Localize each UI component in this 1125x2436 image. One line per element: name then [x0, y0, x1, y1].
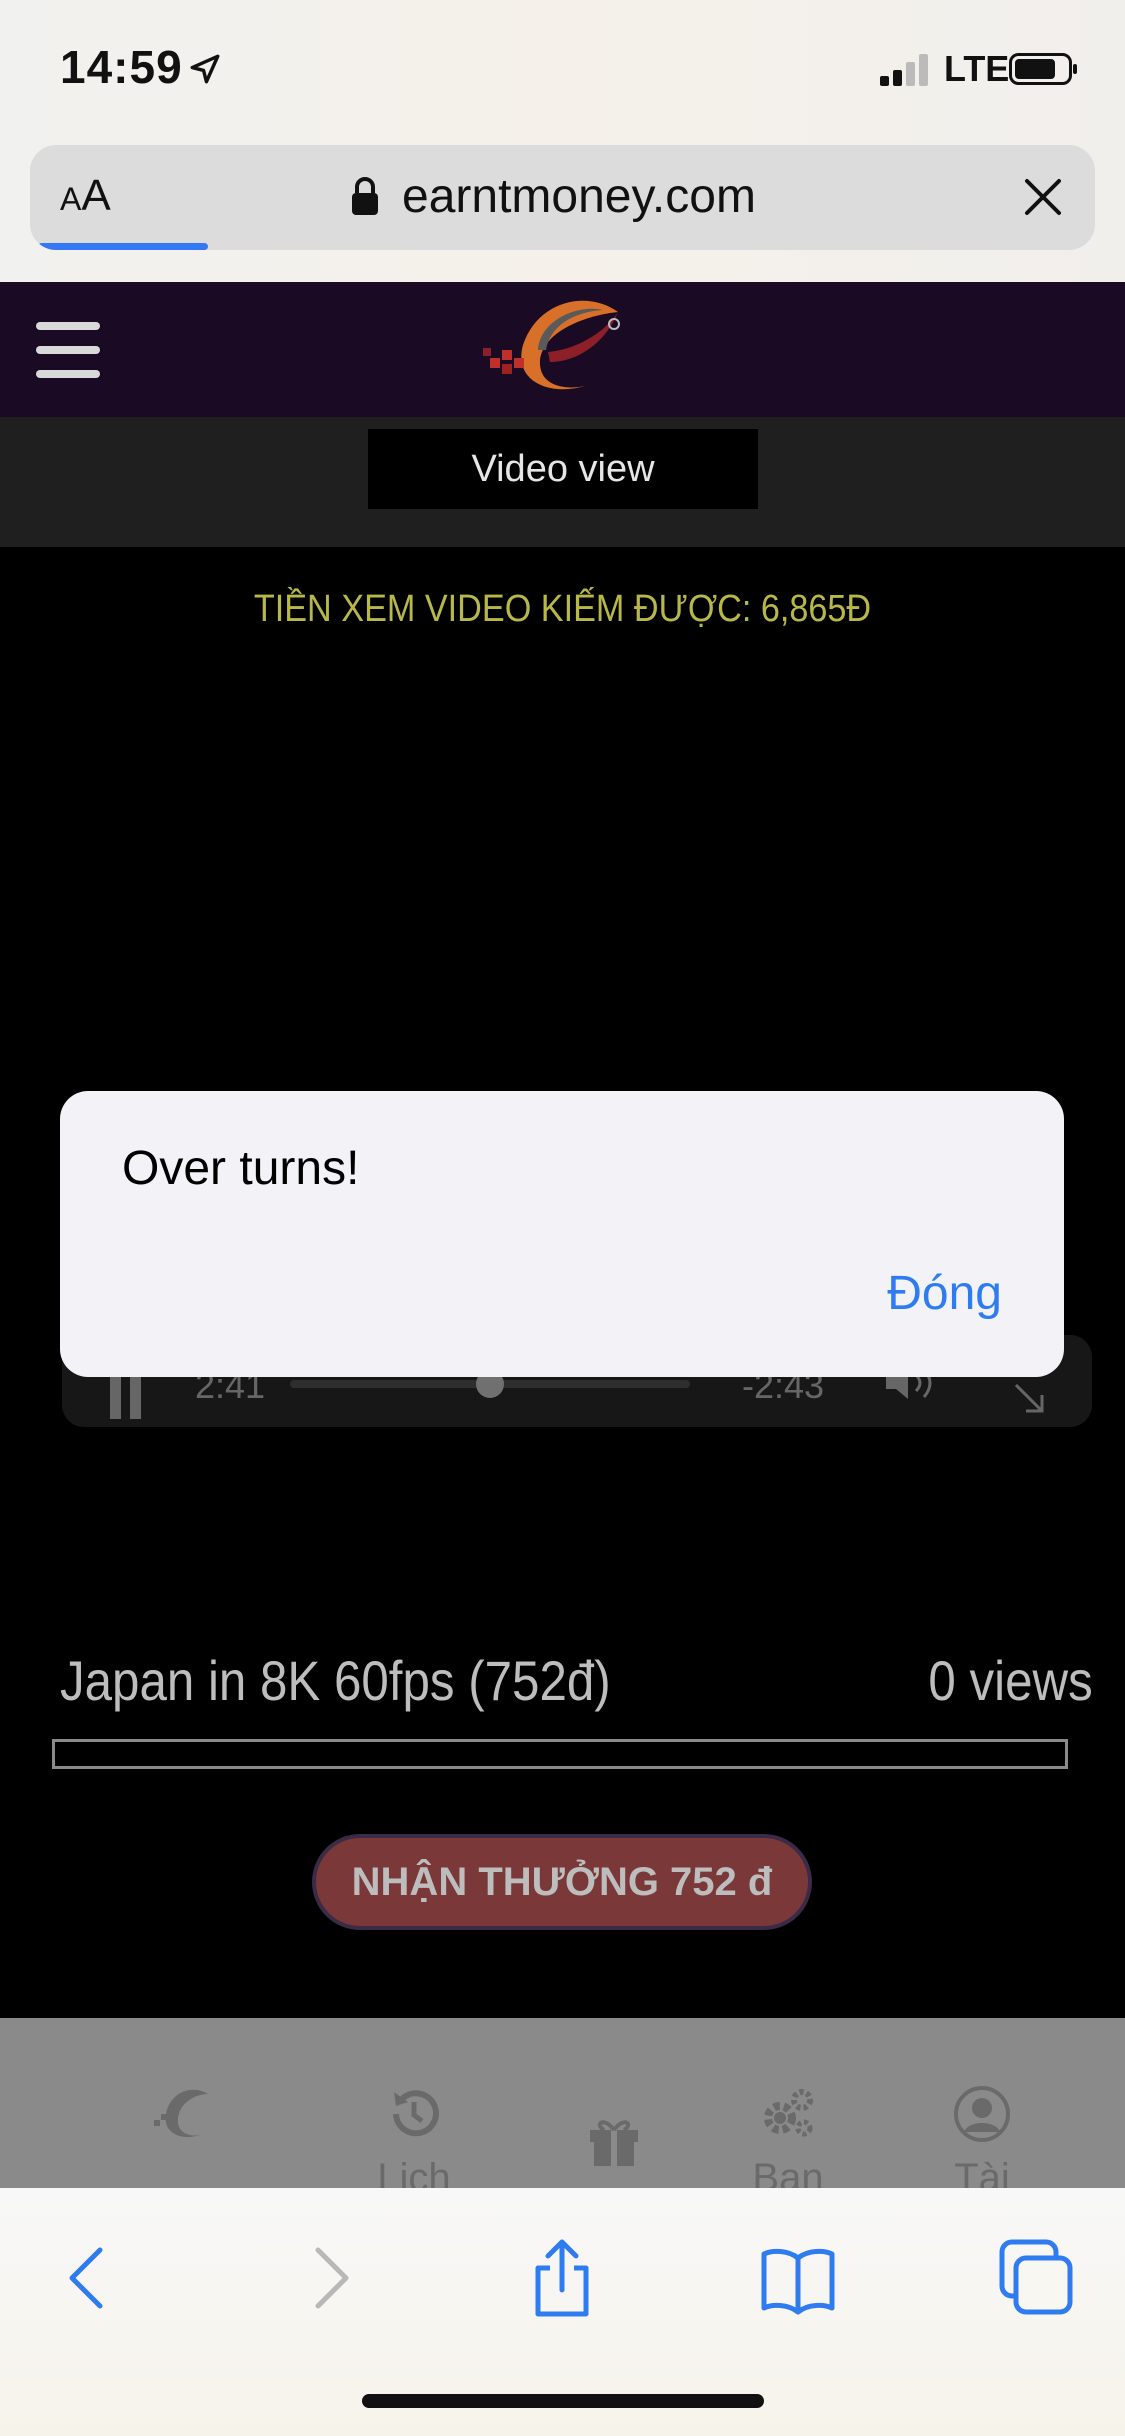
nav-label: Tài: [954, 2156, 1010, 2188]
cellular-signal-icon: [880, 52, 932, 86]
fullscreen-icon[interactable]: [1012, 1381, 1046, 1415]
browser-top-area: 14:59 LTE AA earntmoney.com: [0, 0, 1125, 282]
alert-close-button[interactable]: Đóng: [887, 1266, 1002, 1321]
address-bar[interactable]: AA earntmoney.com: [30, 145, 1095, 250]
nav-label: Bạn: [752, 2156, 824, 2188]
share-icon[interactable]: [522, 2238, 602, 2318]
gears-icon: [764, 2089, 813, 2137]
video-view-button[interactable]: Video view: [368, 429, 758, 509]
pause-icon[interactable]: [110, 1375, 142, 1419]
nav-item-friends[interactable]: Bạn: [718, 2018, 858, 2188]
url-text[interactable]: earntmoney.com: [402, 169, 756, 224]
back-icon[interactable]: [48, 2238, 128, 2318]
earned-amount-text: TIỀN XEM VIDEO KIẾM ĐƯỢC: 6,865Đ: [253, 588, 872, 630]
site-logo[interactable]: [478, 290, 638, 410]
forward-icon[interactable]: [290, 2238, 370, 2318]
menu-icon[interactable]: [36, 322, 100, 378]
page-load-progress: [38, 243, 209, 250]
nav-label: Lịch: [377, 2156, 451, 2188]
alert-message: Over turns!: [122, 1142, 360, 1195]
logo-icon: [154, 2089, 208, 2138]
location-arrow-icon: [190, 54, 220, 84]
network-type: LTE: [944, 48, 1010, 89]
tabs-icon[interactable]: [996, 2238, 1076, 2318]
nav-item-home[interactable]: [112, 2018, 252, 2156]
lock-icon: [352, 177, 378, 215]
home-indicator[interactable]: [362, 2394, 764, 2408]
nav-item-history[interactable]: Lịch: [344, 2018, 484, 2188]
user-icon: [954, 2086, 1010, 2142]
battery-icon: [1009, 53, 1077, 85]
sub-navigation-bar: Video view: [0, 417, 1125, 547]
text-size-button[interactable]: AA: [60, 171, 111, 221]
status-time: 14:59: [60, 41, 183, 93]
video-title: Japan in 8K 60fps (752đ): [60, 1649, 611, 1712]
gift-icon: [590, 2120, 638, 2166]
site-bottom-nav: Lịch Bạn Tài: [0, 2018, 1125, 2188]
nav-item-gift[interactable]: [544, 2018, 684, 2180]
alert-dialog: Over turns! Đóng: [60, 1091, 1064, 1377]
view-count: 0 views: [928, 1649, 1093, 1712]
seek-bar[interactable]: [290, 1370, 690, 1398]
watch-progress-bar: [52, 1739, 1068, 1769]
bookmarks-icon[interactable]: [758, 2238, 838, 2318]
nav-item-account[interactable]: Tài: [912, 2018, 1052, 2188]
site-header: [0, 282, 1125, 417]
stop-loading-icon[interactable]: [1019, 173, 1067, 221]
history-icon: [393, 2090, 439, 2137]
claim-reward-button[interactable]: NHẬN THƯỞNG 752 đ: [312, 1834, 812, 1930]
